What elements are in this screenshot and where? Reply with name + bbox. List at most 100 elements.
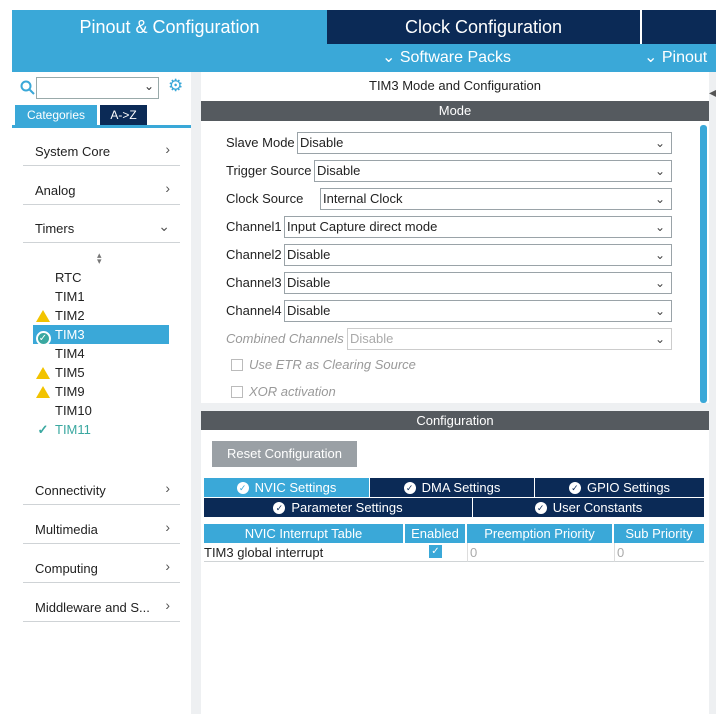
gear-icon[interactable]: ⚙	[168, 76, 183, 96]
chevron-right-icon: ›	[165, 180, 170, 196]
timer-label: TIM2	[55, 308, 85, 323]
search-input[interactable]: ⌄	[36, 77, 159, 99]
select-value: Disable	[300, 135, 344, 150]
tab-overflow[interactable]	[642, 10, 716, 44]
select-value: Disable	[287, 275, 331, 290]
timer-label: TIM10	[55, 403, 92, 418]
collapse-arrow-icon[interactable]: ◀	[709, 88, 716, 99]
pinout-menu[interactable]: ⌄ Pinout	[644, 44, 707, 72]
category-computing[interactable]: Computing ›	[23, 555, 180, 583]
checkbox-label: XOR activation	[249, 384, 336, 399]
tab-pinout-configuration[interactable]: Pinout & Configuration	[12, 10, 327, 44]
timer-item-tim9[interactable]: TIM9	[33, 382, 169, 401]
sidebar-splitter[interactable]	[191, 72, 201, 714]
software-packs-menu[interactable]: ⌄ Software Packs	[382, 44, 511, 72]
field-label: Channel1	[226, 219, 282, 234]
warning-icon	[35, 306, 51, 325]
category-analog[interactable]: Analog ›	[23, 177, 180, 205]
tab-nvic-settings[interactable]: ✓ NVIC Settings	[204, 478, 369, 497]
chevron-down-icon: ⌄	[654, 164, 665, 178]
field-label: Channel2	[226, 247, 282, 262]
tab-gpio-settings[interactable]: ✓ GPIO Settings	[535, 478, 704, 497]
tab-a-to-z[interactable]: A->Z	[100, 105, 147, 125]
trigger-source-select[interactable]: Disable ⌄	[314, 160, 672, 182]
category-timers[interactable]: Timers ⌄	[23, 215, 180, 243]
timer-item-tim5[interactable]: TIM5	[33, 363, 169, 382]
column-header-interrupt[interactable]: NVIC Interrupt Table	[204, 524, 403, 543]
top-header: Pinout & Configuration Clock Configurati…	[0, 0, 716, 72]
sub-priority-cell[interactable]: 0	[614, 543, 704, 562]
warning-icon	[35, 363, 51, 382]
category-connectivity[interactable]: Connectivity ›	[23, 477, 180, 505]
section-divider[interactable]	[201, 403, 709, 411]
main-panel: TIM3 Mode and Configuration Mode Slave M…	[201, 72, 709, 714]
timer-item-rtc[interactable]: RTC	[33, 268, 169, 287]
enabled-checkbox[interactable]: ✓	[429, 545, 442, 558]
category-label: Analog	[35, 183, 76, 198]
field-label: Trigger Source	[226, 163, 312, 178]
timer-item-tim1[interactable]: TIM1	[33, 287, 169, 306]
timer-label: TIM11	[55, 422, 91, 437]
chevron-down-icon: ⌄	[382, 49, 396, 66]
interrupt-name-cell: TIM3 global interrupt	[204, 543, 405, 562]
category-label: Multimedia	[35, 522, 98, 537]
chevron-down-icon: ⌄	[654, 136, 665, 150]
select-value: Disable	[287, 247, 331, 262]
configuration-header: Configuration	[201, 411, 709, 430]
column-header-enabled[interactable]: Enabled	[405, 524, 465, 543]
chevron-down-icon: ⌄	[158, 218, 170, 234]
category-middleware[interactable]: Middleware and S... ›	[23, 594, 180, 622]
tab-parameter-settings[interactable]: ✓ Parameter Settings	[204, 498, 472, 517]
select-value: Disable	[350, 331, 394, 346]
search-icon[interactable]	[20, 80, 35, 95]
tab-user-constants[interactable]: ✓ User Constants	[473, 498, 704, 517]
field-label: Combined Channels	[226, 331, 344, 346]
clock-source-select[interactable]: Internal Clock ⌄	[320, 188, 672, 210]
channel2-select[interactable]: Disable ⌄	[284, 244, 672, 266]
chevron-down-icon: ⌄	[654, 248, 665, 262]
mode-header: Mode	[201, 101, 709, 121]
timer-label: RTC	[55, 270, 82, 285]
timer-item-tim4[interactable]: TIM4	[33, 344, 169, 363]
chevron-down-icon[interactable]: ⌄	[144, 79, 154, 93]
mode-scrollbar[interactable]	[700, 125, 707, 403]
check-circle-icon: ✓	[35, 325, 51, 346]
tab-clock-configuration[interactable]: Clock Configuration	[327, 10, 640, 44]
tab-categories[interactable]: Categories	[15, 105, 97, 125]
select-value: Disable	[287, 303, 331, 318]
field-label: Slave Mode	[226, 135, 295, 150]
select-value: Disable	[317, 163, 361, 178]
preemption-priority-cell[interactable]: 0	[467, 543, 614, 562]
chevron-down-icon: ⌄	[654, 220, 665, 234]
timer-item-tim10[interactable]: TIM10	[33, 401, 169, 420]
slave-mode-select[interactable]: Disable ⌄	[297, 132, 672, 154]
timer-item-tim3[interactable]: ✓ TIM3	[33, 325, 169, 346]
tab-label: GPIO Settings	[586, 480, 671, 495]
timer-item-tim11[interactable]: ✓ TIM11	[33, 420, 169, 439]
timer-item-tim2[interactable]: TIM2	[33, 306, 169, 325]
reset-configuration-button[interactable]: Reset Configuration	[212, 441, 357, 467]
mode-section: Slave Mode Disable ⌄ Trigger Source Disa…	[201, 121, 709, 403]
column-header-sub-priority[interactable]: Sub Priority	[614, 524, 704, 543]
category-label: Middleware and S...	[35, 600, 150, 615]
channel4-select[interactable]: Disable ⌄	[284, 300, 672, 322]
sort-icon[interactable]: ▴ ▾	[97, 251, 102, 266]
tab-dma-settings[interactable]: ✓ DMA Settings	[370, 478, 534, 497]
category-system-core[interactable]: System Core ›	[23, 138, 180, 166]
check-circle-icon: ✓	[568, 482, 581, 494]
channel3-select[interactable]: Disable ⌄	[284, 272, 672, 294]
chevron-right-icon: ›	[165, 480, 170, 496]
sub-toolbar: ⌄ Software Packs ⌄ Pinout	[12, 44, 716, 72]
timer-label: TIM3	[55, 327, 85, 342]
category-label: Timers	[35, 221, 75, 236]
check-icon: ✓	[37, 422, 49, 437]
timer-label: TIM4	[55, 346, 85, 361]
column-header-preemption[interactable]: Preemption Priority	[467, 524, 612, 543]
chevron-right-icon: ›	[165, 597, 170, 613]
pinout-label: Pinout	[661, 49, 708, 66]
channel1-select[interactable]: Input Capture direct mode ⌄	[284, 216, 672, 238]
category-multimedia[interactable]: Multimedia ›	[23, 516, 180, 544]
check-circle-icon: ✓	[403, 482, 416, 494]
chevron-right-icon: ›	[165, 519, 170, 535]
right-collapse-bar[interactable]: ◀	[709, 72, 716, 714]
